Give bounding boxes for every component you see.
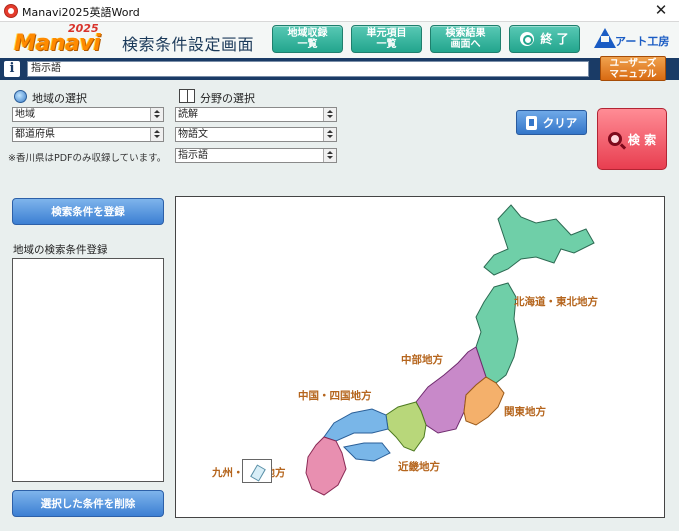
spinner-arrows-icon[interactable] xyxy=(323,149,336,162)
spinner-arrows-icon[interactable] xyxy=(323,108,336,121)
delete-selected-button[interactable]: 選択した条件を削除 xyxy=(12,490,164,517)
manual-label-1: ユーザーズ xyxy=(609,58,657,69)
clear-label: クリア xyxy=(542,115,578,130)
map-region-kyushu[interactable] xyxy=(305,436,347,496)
map-region-kinki[interactable] xyxy=(385,401,427,452)
eraser-icon xyxy=(525,115,537,130)
region-label-kanto[interactable]: 関東地方 xyxy=(504,404,546,419)
unit-list-button[interactable]: 単元項目 一覧 xyxy=(351,25,422,53)
subfield-select-value: 物語文 xyxy=(178,129,208,140)
field-select-label: 分野の選択 xyxy=(200,92,255,105)
close-icon[interactable]: ✕ xyxy=(651,1,671,19)
manavi-logo: Manavi 2025 xyxy=(14,22,104,56)
logo-year: 2025 xyxy=(68,22,99,35)
search-label: 検 索 xyxy=(627,132,657,147)
info-text-field: 指示語 xyxy=(27,61,589,77)
spinner-arrows-icon[interactable] xyxy=(323,128,336,141)
okinawa-inset[interactable] xyxy=(242,459,272,483)
unit-list-label-1: 単元項目 xyxy=(366,28,407,39)
registered-conditions-list[interactable] xyxy=(12,258,164,482)
book-icon xyxy=(179,89,195,103)
search-button[interactable]: 検 索 xyxy=(597,108,667,170)
region-list-label-1: 地域収録 xyxy=(287,28,328,39)
magnifier-icon xyxy=(607,132,622,146)
title-bar: Manavi2025英語Word ✕ xyxy=(0,0,679,22)
brand-a-icon xyxy=(594,28,616,48)
region-label-hokkaido-tohoku[interactable]: 北海道・東北地方 xyxy=(514,294,598,309)
field-select-value: 読解 xyxy=(178,109,198,120)
region-select-value: 地域 xyxy=(15,109,35,120)
to-results-button[interactable]: 検索結果 画面へ xyxy=(430,25,501,53)
exit-button[interactable]: 終 了 xyxy=(509,25,580,53)
region-select[interactable]: 地域 xyxy=(12,107,164,122)
spinner-arrows-icon[interactable] xyxy=(150,128,163,141)
prefecture-select-value: 都道府県 xyxy=(15,129,55,140)
region-list-button[interactable]: 地域収録 一覧 xyxy=(272,25,343,53)
region-label-kinki[interactable]: 近畿地方 xyxy=(398,459,440,474)
brand-name: アート工房 xyxy=(615,35,670,48)
prefecture-select[interactable]: 都道府県 xyxy=(12,127,164,142)
exit-icon xyxy=(520,32,535,46)
subfield-select[interactable]: 物語文 xyxy=(175,127,337,142)
window-title: Manavi2025英語Word xyxy=(22,6,140,19)
region-list-label-2: 一覧 xyxy=(297,39,318,50)
spinner-arrows-icon[interactable] xyxy=(150,108,163,121)
header: Manavi 2025 検索条件設定画面 地域収録 一覧 単元項目 一覧 検索結… xyxy=(0,22,679,58)
region-label-chugoku-shikoku[interactable]: 中国・四国地方 xyxy=(298,388,372,403)
field-select[interactable]: 読解 xyxy=(175,107,337,122)
brand-logo: アート工房 xyxy=(594,26,674,52)
to-results-label-2: 画面へ xyxy=(450,39,481,50)
kagawa-note: ※香川県はPDFのみ収録しています。 xyxy=(8,153,167,164)
region-label-chubu[interactable]: 中部地方 xyxy=(401,352,443,367)
japan-map-panel[interactable]: 北海道・東北地方 中部地方 関東地方 近畿地方 中国・四国地方 九州・沖縄地方 xyxy=(175,196,665,518)
info-icon: i xyxy=(4,61,20,77)
unit-list-label-2: 一覧 xyxy=(376,39,397,50)
globe-icon xyxy=(14,90,27,103)
clear-button[interactable]: クリア xyxy=(516,110,587,135)
to-results-label-1: 検索結果 xyxy=(445,28,486,39)
exit-label: 終 了 xyxy=(540,31,569,46)
register-condition-button[interactable]: 検索条件を登録 xyxy=(12,198,164,225)
manual-label-2: マニュアル xyxy=(609,69,657,80)
page-title: 検索条件設定画面 xyxy=(122,35,255,54)
registered-list-label: 地域の検索条件登録 xyxy=(13,244,108,256)
info-bar: i 指示語 xyxy=(0,58,679,80)
region-select-label: 地域の選択 xyxy=(32,92,87,105)
detail-select[interactable]: 指示語 xyxy=(175,148,337,163)
user-manual-button[interactable]: ユーザーズ マニュアル xyxy=(600,56,666,81)
detail-select-value: 指示語 xyxy=(178,150,208,161)
app-icon xyxy=(4,4,18,18)
